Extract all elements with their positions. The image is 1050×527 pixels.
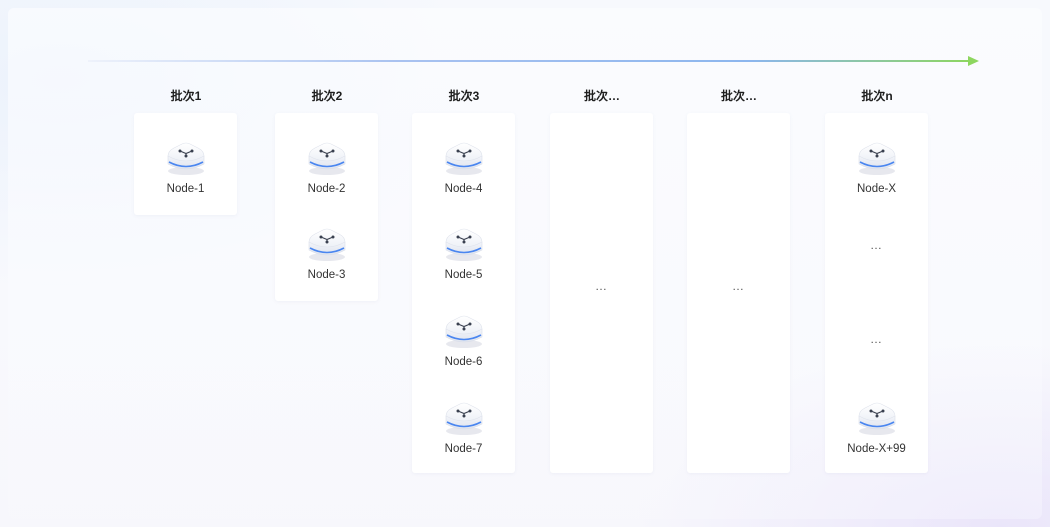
batch-title-1: 批次1 — [170, 89, 202, 103]
node-item: Node-X+99 — [825, 397, 928, 477]
node-label: Node-1 — [166, 183, 205, 195]
router-node-icon — [442, 397, 486, 437]
router-node-icon — [305, 137, 349, 177]
batch-title-3: 批次3 — [448, 89, 480, 103]
ellipsis-placeholder: … — [732, 279, 745, 293]
ellipsis-gap: … — [870, 332, 883, 346]
batch-card-4: … — [550, 113, 653, 473]
node-label: Node-3 — [307, 269, 346, 281]
node-label: Node-5 — [444, 269, 483, 281]
batch-card-2: Node-2 Node-3 — [275, 113, 378, 301]
ellipsis-gap: … — [870, 238, 883, 252]
batch-card-5: … — [687, 113, 790, 473]
batch-title-2: 批次2 — [311, 89, 343, 103]
batch-title-n: 批次n — [861, 89, 893, 103]
node-label: Node-6 — [444, 356, 483, 368]
node-item: Node-5 — [412, 223, 515, 303]
batch-title-5: 批次… — [720, 89, 757, 103]
node-item: Node-4 — [412, 137, 515, 217]
node-label: Node-7 — [444, 443, 483, 455]
node-item: Node-7 — [412, 397, 515, 477]
router-node-icon — [305, 223, 349, 263]
router-node-icon — [442, 137, 486, 177]
router-node-icon — [855, 137, 899, 177]
node-label: Node-X — [857, 183, 896, 195]
node-item: Node-X — [825, 137, 928, 217]
batch-card-n: Node-X … … Node-X+99 — [825, 113, 928, 473]
batch-card-3: Node-4 Node-5 Node-6 Node-7 — [412, 113, 515, 473]
batch-rollout-diagram: 批次1 批次2 批次3 批次… 批次… 批次n Node-1 Node-2 No… — [0, 0, 1050, 527]
node-label: Node-4 — [444, 183, 483, 195]
node-item: Node-2 — [275, 137, 378, 217]
node-item: Node-6 — [412, 310, 515, 390]
batch-title-4: 批次… — [583, 89, 620, 103]
batch-card-1: Node-1 — [134, 113, 237, 215]
ellipsis-placeholder: … — [595, 279, 608, 293]
router-node-icon — [855, 397, 899, 437]
router-node-icon — [164, 137, 208, 177]
node-item: Node-3 — [275, 223, 378, 303]
router-node-icon — [442, 223, 486, 263]
router-node-icon — [442, 310, 486, 350]
node-label: Node-X+99 — [847, 443, 906, 455]
node-item: Node-1 — [134, 137, 237, 217]
progress-arrow — [88, 56, 979, 66]
node-label: Node-2 — [307, 183, 346, 195]
